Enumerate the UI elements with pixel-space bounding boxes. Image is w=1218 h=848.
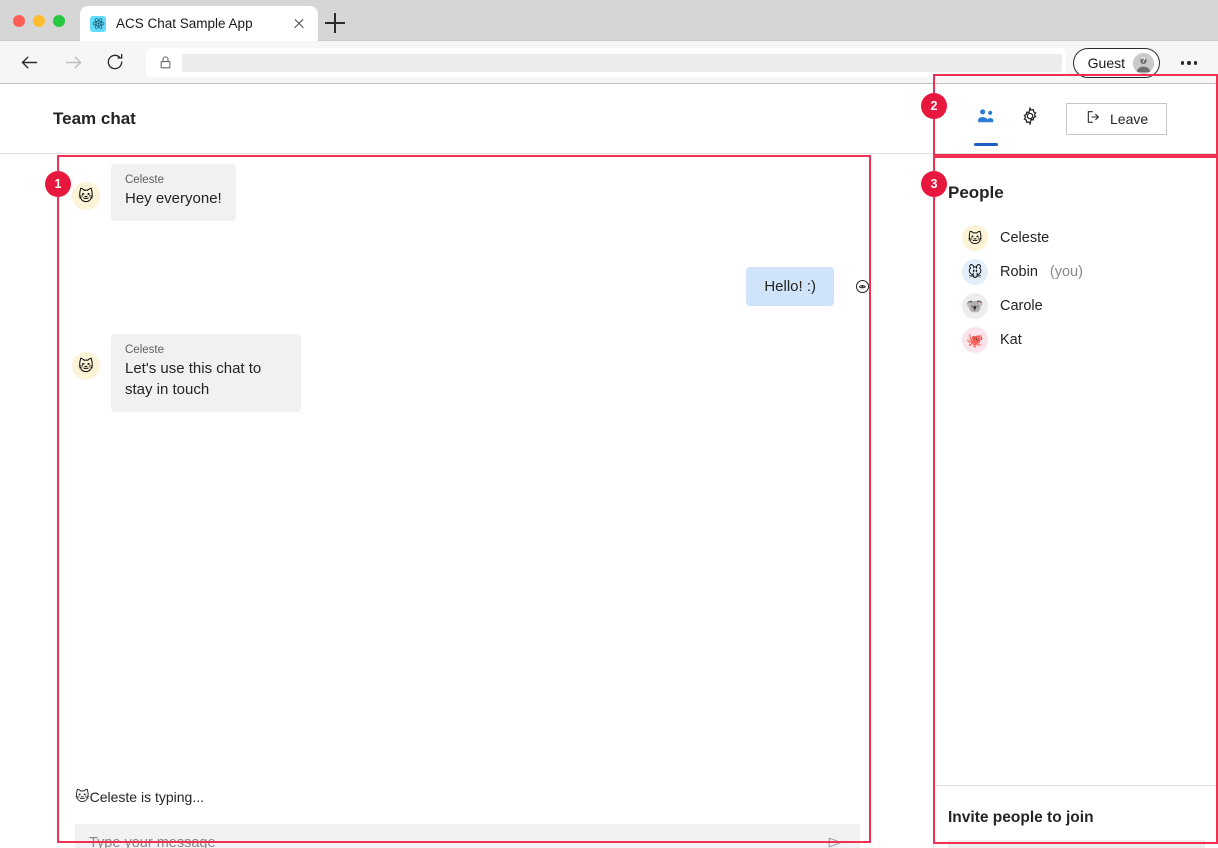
- message-text: Let's use this chat to stay in touch: [125, 360, 262, 398]
- avatar: 🐨: [962, 293, 988, 319]
- profile-button[interactable]: Guest ?: [1072, 48, 1160, 78]
- leave-button-label: Leave: [1110, 110, 1149, 127]
- profile-label: Guest: [1087, 55, 1125, 71]
- browser-tab-strip: ACS Chat Sample App: [0, 0, 1218, 41]
- typing-avatar-icon: 🐱: [75, 788, 90, 804]
- person-avatar-icon: ?: [1133, 52, 1154, 74]
- chat-column: Team chat 🐱 Celeste Hey everyone! Hello!…: [0, 84, 933, 848]
- message-text: Hey everyone!: [125, 190, 222, 207]
- avatar: 🐭: [962, 259, 988, 285]
- screenshot-root: ACS Chat Sample App Guest ? Team chat 🐱 …: [0, 0, 1218, 848]
- message-bubble[interactable]: Celeste Hey everyone!: [111, 164, 236, 222]
- avatar: 🐱: [962, 225, 988, 251]
- message-sender: Celeste: [125, 344, 164, 357]
- invite-link-input[interactable]: [948, 840, 1205, 848]
- window-controls: [13, 15, 65, 27]
- message-seen-icon: [854, 278, 872, 296]
- leave-button[interactable]: Leave: [1066, 102, 1168, 135]
- person-you-label: (you): [1049, 264, 1083, 280]
- svg-text:?: ?: [1141, 57, 1145, 64]
- person-name: Celeste: [1000, 230, 1050, 246]
- tab-people[interactable]: [964, 84, 1008, 154]
- chat-header: Team chat: [0, 84, 933, 154]
- people-title: People: [948, 183, 1004, 202]
- minimize-window-button[interactable]: [33, 15, 45, 27]
- message-composer[interactable]: [75, 824, 860, 848]
- close-window-button[interactable]: [13, 15, 25, 27]
- browser-tab-title: ACS Chat Sample App: [116, 16, 253, 31]
- app-container: Team chat 🐱 Celeste Hey everyone! Hello!…: [0, 84, 1218, 848]
- message-list[interactable]: 🐱 Celeste Hey everyone! Hello! :) 🐱 Cele…: [72, 164, 872, 749]
- message-row: Hello! :): [72, 267, 872, 307]
- list-item[interactable]: 🐙 Kat: [934, 323, 1218, 357]
- message-sender: Celeste: [125, 174, 164, 186]
- back-arrow-icon[interactable]: [14, 47, 44, 77]
- avatar: 🐱: [72, 352, 100, 381]
- list-item[interactable]: 🐭 Robin (you): [934, 255, 1218, 289]
- side-panel-header: Leave: [934, 84, 1218, 154]
- invite-section: Invite people to join Copy invite link: [934, 785, 1218, 848]
- person-name: Robin: [1000, 264, 1038, 280]
- maximize-window-button[interactable]: [53, 15, 65, 27]
- send-icon[interactable]: [826, 833, 846, 848]
- message-row: 🐱 Celeste Let's use this chat to stay in…: [72, 334, 872, 413]
- people-icon: [976, 106, 996, 131]
- people-panel: People 🐱 Celeste 🐭 Robin (you) 🐨 Carole …: [934, 154, 1218, 785]
- new-tab-button[interactable]: [325, 13, 345, 33]
- browser-tab[interactable]: ACS Chat Sample App: [80, 6, 318, 41]
- page-title: Team chat: [53, 108, 136, 128]
- avatar: 🐙: [962, 327, 988, 353]
- close-icon[interactable]: [290, 15, 308, 33]
- list-item[interactable]: 🐱 Celeste: [934, 221, 1218, 255]
- people-list: 🐱 Celeste 🐭 Robin (you) 🐨 Carole 🐙 Kat: [934, 221, 1218, 357]
- address-bar[interactable]: [146, 48, 1066, 77]
- message-row: 🐱 Celeste Hey everyone!: [72, 164, 872, 222]
- message-bubble-own[interactable]: Hello! :): [746, 267, 834, 307]
- avatar: 🐱: [72, 182, 100, 210]
- list-item[interactable]: 🐨 Carole: [934, 289, 1218, 323]
- ellipsis-icon[interactable]: [1176, 53, 1202, 73]
- gear-icon: [1020, 106, 1040, 131]
- typing-text: Celeste is typing...: [89, 788, 204, 805]
- person-name: Carole: [1000, 298, 1043, 314]
- tab-settings[interactable]: [1008, 84, 1052, 154]
- lock-icon: [158, 55, 174, 71]
- reload-icon[interactable]: [100, 47, 130, 77]
- url-text: [182, 53, 1062, 72]
- chat-body: 🐱 Celeste Hey everyone! Hello! :) 🐱 Cele…: [0, 154, 933, 848]
- browser-toolbar: Guest ?: [0, 41, 1218, 84]
- invite-title: Invite people to join: [948, 809, 1094, 826]
- typing-indicator: 🐱 Celeste is typing...: [75, 788, 204, 805]
- forward-arrow-icon: [58, 47, 88, 77]
- message-input[interactable]: [89, 835, 826, 848]
- leave-icon: [1085, 109, 1101, 128]
- react-logo-icon: [90, 15, 106, 32]
- side-panel: Leave People 🐱 Celeste 🐭 Robin (you) 🐨 C…: [933, 84, 1218, 848]
- person-name: Kat: [1000, 332, 1022, 348]
- message-bubble[interactable]: Celeste Let's use this chat to stay in t…: [111, 334, 301, 413]
